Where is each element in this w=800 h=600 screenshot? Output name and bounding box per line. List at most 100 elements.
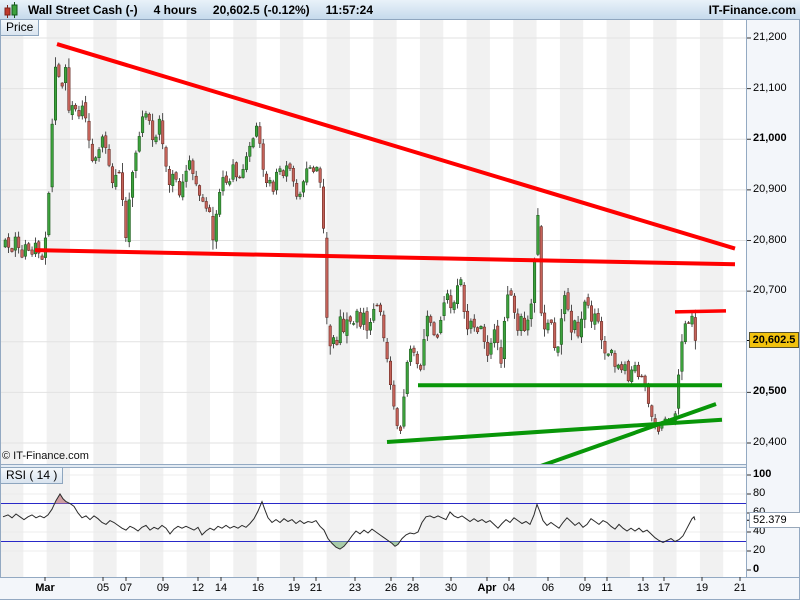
date-axis-label: 09 [156, 582, 170, 594]
day-stripe [139, 20, 164, 464]
candle-body [167, 169, 171, 185]
date-axis-label: 21 [309, 582, 323, 594]
candle-body [50, 123, 54, 188]
candle-body [131, 172, 135, 198]
candle-body [328, 325, 332, 347]
tab-price[interactable]: Price [0, 19, 40, 36]
candle-body [590, 305, 593, 322]
date-axis-label: 21 [733, 582, 747, 594]
date-axis-label: 23 [348, 582, 362, 594]
candle-body [107, 149, 111, 166]
candle-body [281, 170, 285, 176]
candle-body [529, 303, 533, 320]
day-stripe [186, 468, 210, 577]
rsi-axis-label: 80 [753, 487, 766, 499]
chart-canvas[interactable] [0, 0, 800, 600]
candle-body [10, 248, 14, 252]
candle-body [137, 136, 141, 152]
day-stripe [559, 20, 584, 464]
candle-body [335, 339, 339, 345]
candle-body [352, 323, 356, 325]
candle-body [332, 337, 336, 344]
candle-body [228, 181, 232, 185]
candle-body [271, 181, 275, 192]
candle-body [452, 302, 456, 310]
candle-body [519, 316, 523, 331]
candle-body [402, 396, 406, 427]
candle-body [87, 120, 91, 141]
price-axis-label: 20,800 [753, 233, 787, 246]
day-stripe [0, 468, 24, 577]
candle-body [392, 384, 396, 407]
candle-body [238, 176, 242, 179]
candle-body [382, 314, 386, 339]
candle-body [439, 319, 443, 333]
candle-body [261, 143, 265, 170]
price-axis-label: 20,400 [753, 436, 787, 448]
candle-body [121, 172, 124, 200]
quote-change: (-0.12%) [263, 2, 310, 17]
date-axis-label: 07 [119, 582, 133, 594]
candle-body [285, 165, 289, 177]
candle-body [20, 249, 24, 258]
date-axis-label: 04 [502, 582, 516, 594]
tab-rsi[interactable]: RSI ( 14 ) [0, 467, 64, 484]
candle-body [174, 172, 178, 180]
candle-body [221, 177, 225, 192]
candle-body [104, 135, 108, 148]
candle-body [492, 329, 496, 344]
last-price-badge: 20,602.5 [749, 332, 799, 348]
instrument-name: Wall Street Cash (-) [28, 2, 138, 17]
candle-body [301, 181, 305, 193]
candle-body [593, 313, 597, 325]
day-stripe [606, 20, 630, 464]
candle-body [553, 322, 557, 348]
day-stripe [279, 20, 304, 464]
candle-body [60, 82, 64, 87]
candle-body [224, 175, 228, 183]
candle-body [90, 143, 94, 161]
candle-body [456, 285, 459, 304]
last-quote: 20,602.5 [212, 2, 260, 17]
candle-body [275, 171, 279, 191]
candle-body [258, 126, 262, 144]
candle-body [623, 364, 627, 371]
timeframe-label: 4 hours [153, 2, 197, 17]
candle-body [244, 156, 248, 170]
quote-time: 11:57:24 [325, 2, 374, 17]
candle-body [579, 318, 583, 338]
candle-body [650, 405, 654, 417]
candle-body [459, 279, 463, 286]
candle-body [110, 166, 114, 184]
candle-body [70, 105, 74, 116]
candle-body [449, 295, 453, 309]
price-axis-label: 21,200 [753, 31, 787, 43]
rsi-axis-label: 100 [753, 468, 772, 480]
candle-body [7, 237, 11, 248]
candle-body [526, 319, 530, 331]
date-axis-label: 17 [657, 582, 671, 594]
day-stripe [373, 468, 397, 577]
candle-body [311, 167, 315, 172]
day-stripe [466, 20, 490, 464]
candle-body [419, 365, 423, 370]
price-axis-label: 21,100 [753, 81, 787, 94]
candle-body [164, 147, 168, 167]
rsi-value-badge: 52.379 [749, 512, 800, 528]
candle-body [358, 312, 362, 327]
day-stripe [513, 20, 537, 464]
candle-body [362, 312, 366, 325]
candle-body [188, 160, 191, 170]
candle-body [693, 317, 697, 341]
candle-body [100, 136, 104, 148]
candle-body [191, 160, 195, 174]
candle-body [516, 313, 520, 331]
candle-body [248, 145, 252, 157]
chart-window: Wall Street Cash (-) 4 hours 20,602.5 (-… [0, 0, 800, 600]
candle-body [539, 226, 543, 314]
candle-body [586, 297, 590, 306]
candle-body [499, 347, 503, 364]
date-axis-label: 14 [214, 582, 228, 594]
candle-body [67, 67, 71, 111]
day-stripe [326, 20, 350, 464]
